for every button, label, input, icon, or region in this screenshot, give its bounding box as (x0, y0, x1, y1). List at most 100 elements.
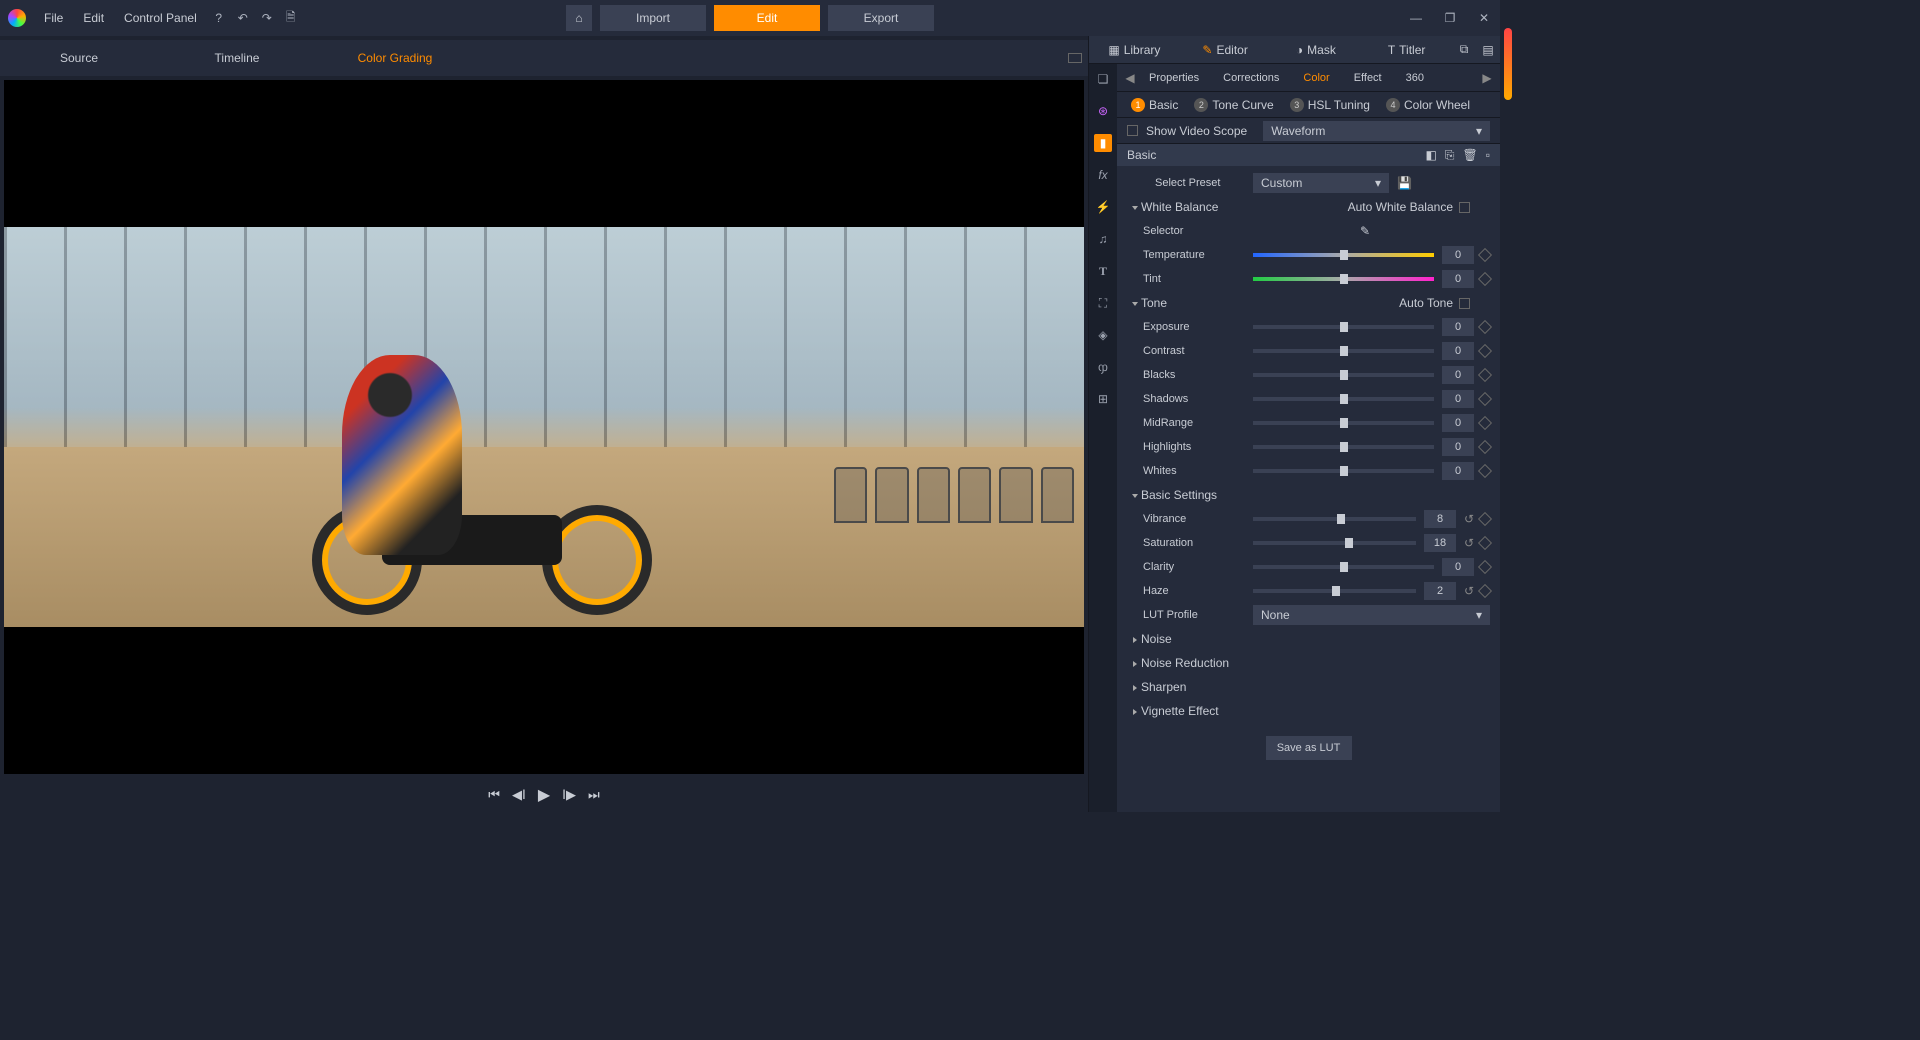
exposure-slider[interactable] (1253, 325, 1434, 329)
keyframe-icon[interactable] (1478, 368, 1492, 382)
subtab-color[interactable]: Color (1291, 72, 1341, 84)
keyframe-icon[interactable] (1478, 536, 1492, 550)
keyframe-icon[interactable] (1478, 416, 1492, 430)
popout-icon[interactable]: ⧉ (1452, 42, 1476, 57)
highlights-slider[interactable] (1253, 445, 1434, 449)
keyframe-icon[interactable] (1478, 440, 1492, 454)
save-preset-icon[interactable]: 💾 (1397, 176, 1412, 190)
tab-mask[interactable]: ◑Mask (1271, 36, 1362, 63)
keyframe-icon[interactable] (1478, 512, 1492, 526)
doc-icon[interactable]: 🗎 (281, 8, 301, 28)
undo-icon[interactable]: ↶ (233, 8, 253, 28)
export-button[interactable]: Export (828, 5, 934, 31)
saturation-slider[interactable] (1253, 541, 1416, 545)
video-preview[interactable] (4, 80, 1084, 774)
eyedropper-icon[interactable]: ✎ (1360, 224, 1370, 238)
skip-start-icon[interactable]: ⏮ (488, 787, 500, 803)
haze-value[interactable]: 2 (1424, 582, 1456, 600)
shadows-slider[interactable] (1253, 397, 1434, 401)
saturation-value[interactable]: 18 (1424, 534, 1456, 552)
tab-library[interactable]: ▦Library (1089, 36, 1180, 63)
section-sharpen[interactable]: Sharpen (1127, 680, 1253, 694)
menu-controlpanel[interactable]: Control Panel (116, 7, 205, 29)
strip-color-icon[interactable]: ▮ (1094, 134, 1112, 152)
import-button[interactable]: Import (600, 5, 706, 31)
restore-icon[interactable]: ❐ (1440, 8, 1460, 28)
reset-icon[interactable]: ↺ (1462, 512, 1476, 526)
strip-media-icon[interactable]: ❏ (1094, 70, 1112, 88)
auto-wb-checkbox[interactable] (1459, 202, 1470, 213)
menu-edit[interactable]: Edit (75, 7, 112, 29)
section-noise[interactable]: Noise (1127, 632, 1253, 646)
step-fwd-icon[interactable]: Ⅰ▶ (562, 787, 576, 803)
tab-source[interactable]: Source (0, 51, 158, 65)
shadows-value[interactable]: 0 (1442, 390, 1474, 408)
compare-icon[interactable]: ◧ (1426, 148, 1437, 163)
blacks-slider[interactable] (1253, 373, 1434, 377)
videoscope-checkbox[interactable] (1127, 125, 1138, 136)
keyframe-icon[interactable] (1478, 248, 1492, 262)
skip-end-icon[interactable]: ⏭ (588, 787, 600, 803)
temperature-slider[interactable] (1253, 253, 1434, 257)
keyframe-icon[interactable] (1478, 320, 1492, 334)
strip-fx-icon[interactable]: fx (1094, 166, 1112, 184)
edit-button[interactable]: Edit (714, 5, 820, 31)
minimize-icon[interactable]: — (1406, 8, 1426, 28)
tab-colorgrading[interactable]: Color Grading (316, 51, 474, 65)
panel-toggle-icon[interactable] (1068, 53, 1082, 63)
colortab-tonecurve[interactable]: 2Tone Curve (1188, 98, 1279, 112)
reset-icon[interactable]: ↺ (1462, 536, 1476, 550)
tint-slider[interactable] (1253, 277, 1434, 281)
contrast-value[interactable]: 0 (1442, 342, 1474, 360)
redo-icon[interactable]: ↷ (257, 8, 277, 28)
menu-file[interactable]: File (36, 7, 71, 29)
tab-timeline[interactable]: Timeline (158, 51, 316, 65)
section-tone[interactable]: Tone (1127, 296, 1253, 310)
haze-slider[interactable] (1253, 589, 1416, 593)
strip-grid-icon[interactable]: ⊞ (1094, 390, 1112, 408)
blacks-value[interactable]: 0 (1442, 366, 1474, 384)
auto-tone-checkbox[interactable] (1459, 298, 1470, 309)
strip-text-icon[interactable]: T (1094, 262, 1112, 280)
temperature-value[interactable]: 0 (1442, 246, 1474, 264)
lut-dropdown[interactable]: None▾ (1253, 605, 1490, 625)
play-icon[interactable]: ▶ (538, 785, 550, 805)
keyframe-icon[interactable] (1478, 464, 1492, 478)
exposure-value[interactable]: 0 (1442, 318, 1474, 336)
strip-crop-icon[interactable]: ⛶ (1094, 294, 1112, 312)
subtab-effect[interactable]: Effect (1342, 72, 1394, 84)
contrast-slider[interactable] (1253, 349, 1434, 353)
keyframe-icon[interactable] (1478, 560, 1492, 574)
home-button[interactable]: ⌂ (566, 5, 592, 31)
tint-value[interactable]: 0 (1442, 270, 1474, 288)
clarity-slider[interactable] (1253, 565, 1434, 569)
section-whitebalance[interactable]: White Balance (1127, 200, 1253, 214)
subtab-properties[interactable]: Properties (1137, 72, 1211, 84)
reset-icon[interactable]: ↺ (1462, 584, 1476, 598)
scope-dropdown[interactable]: Waveform▾ (1263, 121, 1490, 141)
clarity-value[interactable]: 0 (1442, 558, 1474, 576)
keyframe-icon[interactable] (1478, 344, 1492, 358)
strip-audio-icon[interactable]: ♫ (1094, 230, 1112, 248)
section-vignette[interactable]: Vignette Effect (1127, 704, 1253, 718)
strip-layers-icon[interactable]: ◈ (1094, 326, 1112, 344)
midrange-slider[interactable] (1253, 421, 1434, 425)
vibrance-value[interactable]: 8 (1424, 510, 1456, 528)
whites-value[interactable]: 0 (1442, 462, 1474, 480)
close-icon[interactable]: ✕ (1474, 8, 1494, 28)
section-basicsettings[interactable]: Basic Settings (1127, 488, 1253, 502)
scroll-right-icon[interactable]: ▶ (1480, 71, 1494, 85)
keyframe-icon[interactable] (1478, 584, 1492, 598)
highlights-value[interactable]: 0 (1442, 438, 1474, 456)
step-back-icon[interactable]: ◀Ⅰ (512, 787, 526, 803)
copy-icon[interactable]: ⎘ (1445, 148, 1455, 163)
panelmenu-icon[interactable]: ▤ (1476, 43, 1500, 57)
tab-titler[interactable]: TTitler (1361, 36, 1452, 63)
tab-editor[interactable]: ✎Editor (1180, 36, 1271, 63)
preset-dropdown[interactable]: Custom▾ (1253, 173, 1389, 193)
keyframe-icon[interactable] (1478, 272, 1492, 286)
strip-share-icon[interactable]: ჶ (1094, 358, 1112, 376)
delete-icon[interactable]: 🗑 (1463, 148, 1478, 163)
colortab-hsl[interactable]: 3HSL Tuning (1284, 98, 1376, 112)
subtab-corrections[interactable]: Corrections (1211, 72, 1291, 84)
